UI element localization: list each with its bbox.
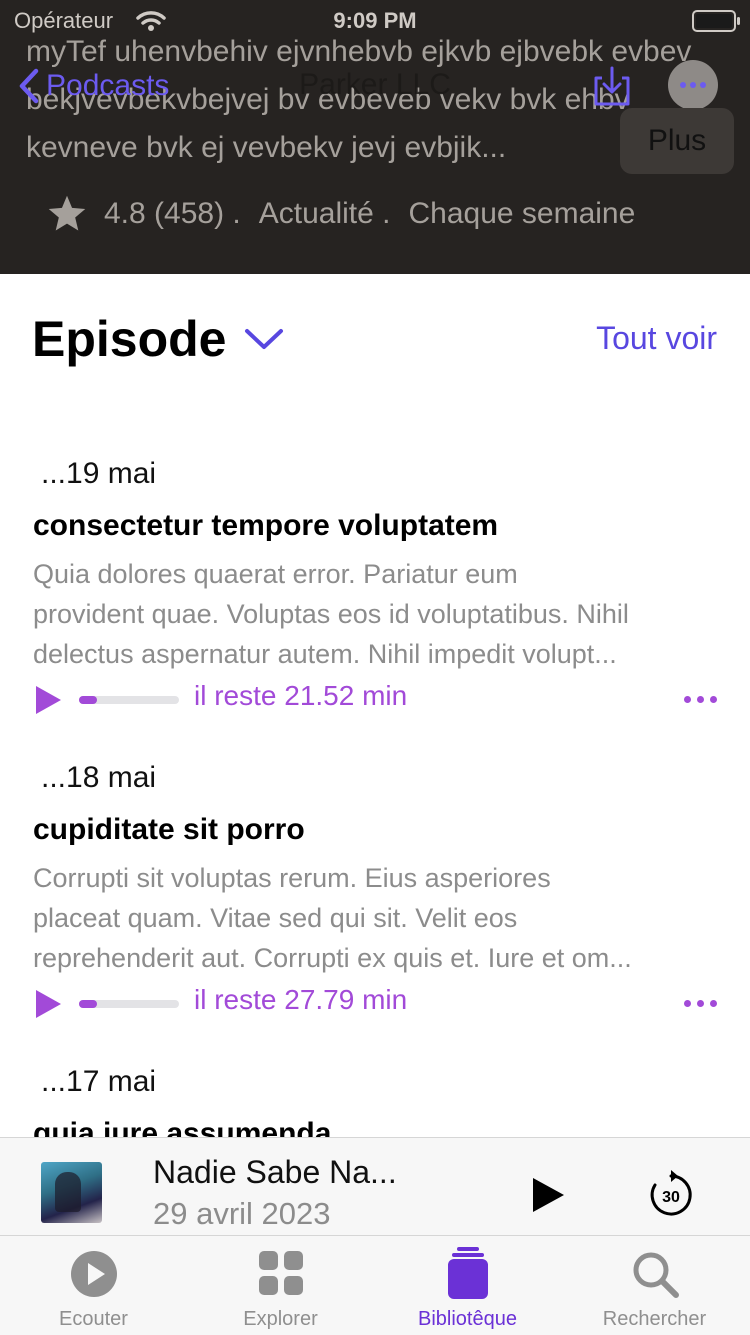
now-playing-title: Nadie Sabe Na... (153, 1154, 397, 1190)
chevron-down-icon (245, 329, 284, 349)
episode-date: ...17 mai (41, 1065, 157, 1098)
episode-title: consectetur tempore voluptatem (33, 509, 499, 542)
grid-icon (258, 1251, 303, 1295)
time-remaining: il reste 21.52 min (194, 680, 408, 711)
play-circle-icon (70, 1251, 117, 1297)
summary-line: placeat quam. Vitae sed qui sit. Velit e… (33, 903, 518, 933)
episode-item[interactable]: ...19 mai consectetur tempore voluptatem… (33, 454, 717, 722)
episode-controls: il reste 27.79 min (33, 982, 717, 1026)
tab-bar: Ecouter Explorer Bibliotêque Rechercher (0, 1235, 750, 1335)
tab-listen[interactable]: Ecouter (0, 1236, 187, 1335)
nav-title: Parker LLC (299, 68, 451, 101)
category-text: Actualité . (258, 197, 391, 230)
episode-title: cupiditate sit porro (33, 813, 305, 846)
ellipsis-icon (680, 82, 686, 88)
more-popup[interactable]: Plus (620, 108, 734, 174)
tab-label: Bibliotêque (418, 1308, 517, 1330)
time-remaining: il reste 27.79 min (194, 984, 408, 1015)
episode-more-button[interactable] (678, 1000, 717, 1007)
section-title: Episode (32, 311, 227, 367)
tab-explore[interactable]: Explorer (187, 1236, 374, 1335)
episode-summary: Quia dolores quaerat error. Pariatur eum… (33, 554, 717, 674)
tab-label: Explorer (243, 1308, 318, 1330)
tab-search[interactable]: Rechercher (561, 1236, 748, 1335)
library-stack-icon (447, 1247, 488, 1299)
episode-artwork (41, 1162, 102, 1223)
episodes-filter[interactable]: Episode (32, 310, 284, 368)
episode-date: ...18 mai (41, 761, 157, 794)
podcast-meta: 4.8 (458) . Actualité . Chaque semaine (46, 194, 635, 234)
magnifier-icon (633, 1252, 679, 1298)
play-icon[interactable] (33, 684, 63, 716)
summary-line: delectus aspernatur autem. Nihil impedit… (33, 639, 617, 669)
more-options-button[interactable] (668, 60, 718, 110)
star-icon (48, 195, 86, 231)
rating-text: 4.8 (458) . (104, 197, 241, 230)
summary-line: provident quae. Voluptas eos id voluptat… (33, 599, 629, 629)
skip-seconds-label: 30 (662, 1189, 680, 1206)
episode-summary: Corrupti sit voluptas rerum. Eius asperi… (33, 858, 717, 978)
skip-forward-30-icon[interactable]: 30 (648, 1168, 694, 1218)
episode-date: ...19 mai (41, 457, 157, 490)
progress-bar (79, 696, 179, 704)
tab-label: Rechercher (602, 1308, 707, 1330)
episode-controls: il reste 21.52 min (33, 678, 717, 722)
episode-item[interactable]: ...18 mai cupiditate sit porro Corrupti … (33, 758, 717, 1026)
frequency-text: Chaque semaine (408, 197, 636, 230)
episode-more-button[interactable] (678, 696, 717, 703)
podcast-header: Opérateur 9:09 PM myTef uhenvbehiv ejvnh… (0, 0, 750, 274)
summary-line: Quia dolores quaerat error. Pariatur eum (33, 559, 518, 589)
tab-library[interactable]: Bibliotêque (374, 1236, 561, 1335)
play-icon[interactable] (530, 1176, 566, 1214)
summary-line: Corrupti sit voluptas rerum. Eius asperi… (33, 863, 551, 893)
see-all-link[interactable]: Tout voir (596, 320, 717, 357)
tab-label: Ecouter (59, 1308, 128, 1330)
mini-player[interactable]: Nadie Sabe Na... 29 avril 2023 30 (0, 1137, 750, 1236)
now-playing-date: 29 avril 2023 (153, 1196, 331, 1231)
play-icon[interactable] (33, 988, 63, 1020)
summary-line: reprehenderit aut. Corrupti ex quis et. … (33, 943, 632, 973)
download-icon[interactable] (592, 64, 632, 108)
progress-bar (79, 1000, 179, 1008)
